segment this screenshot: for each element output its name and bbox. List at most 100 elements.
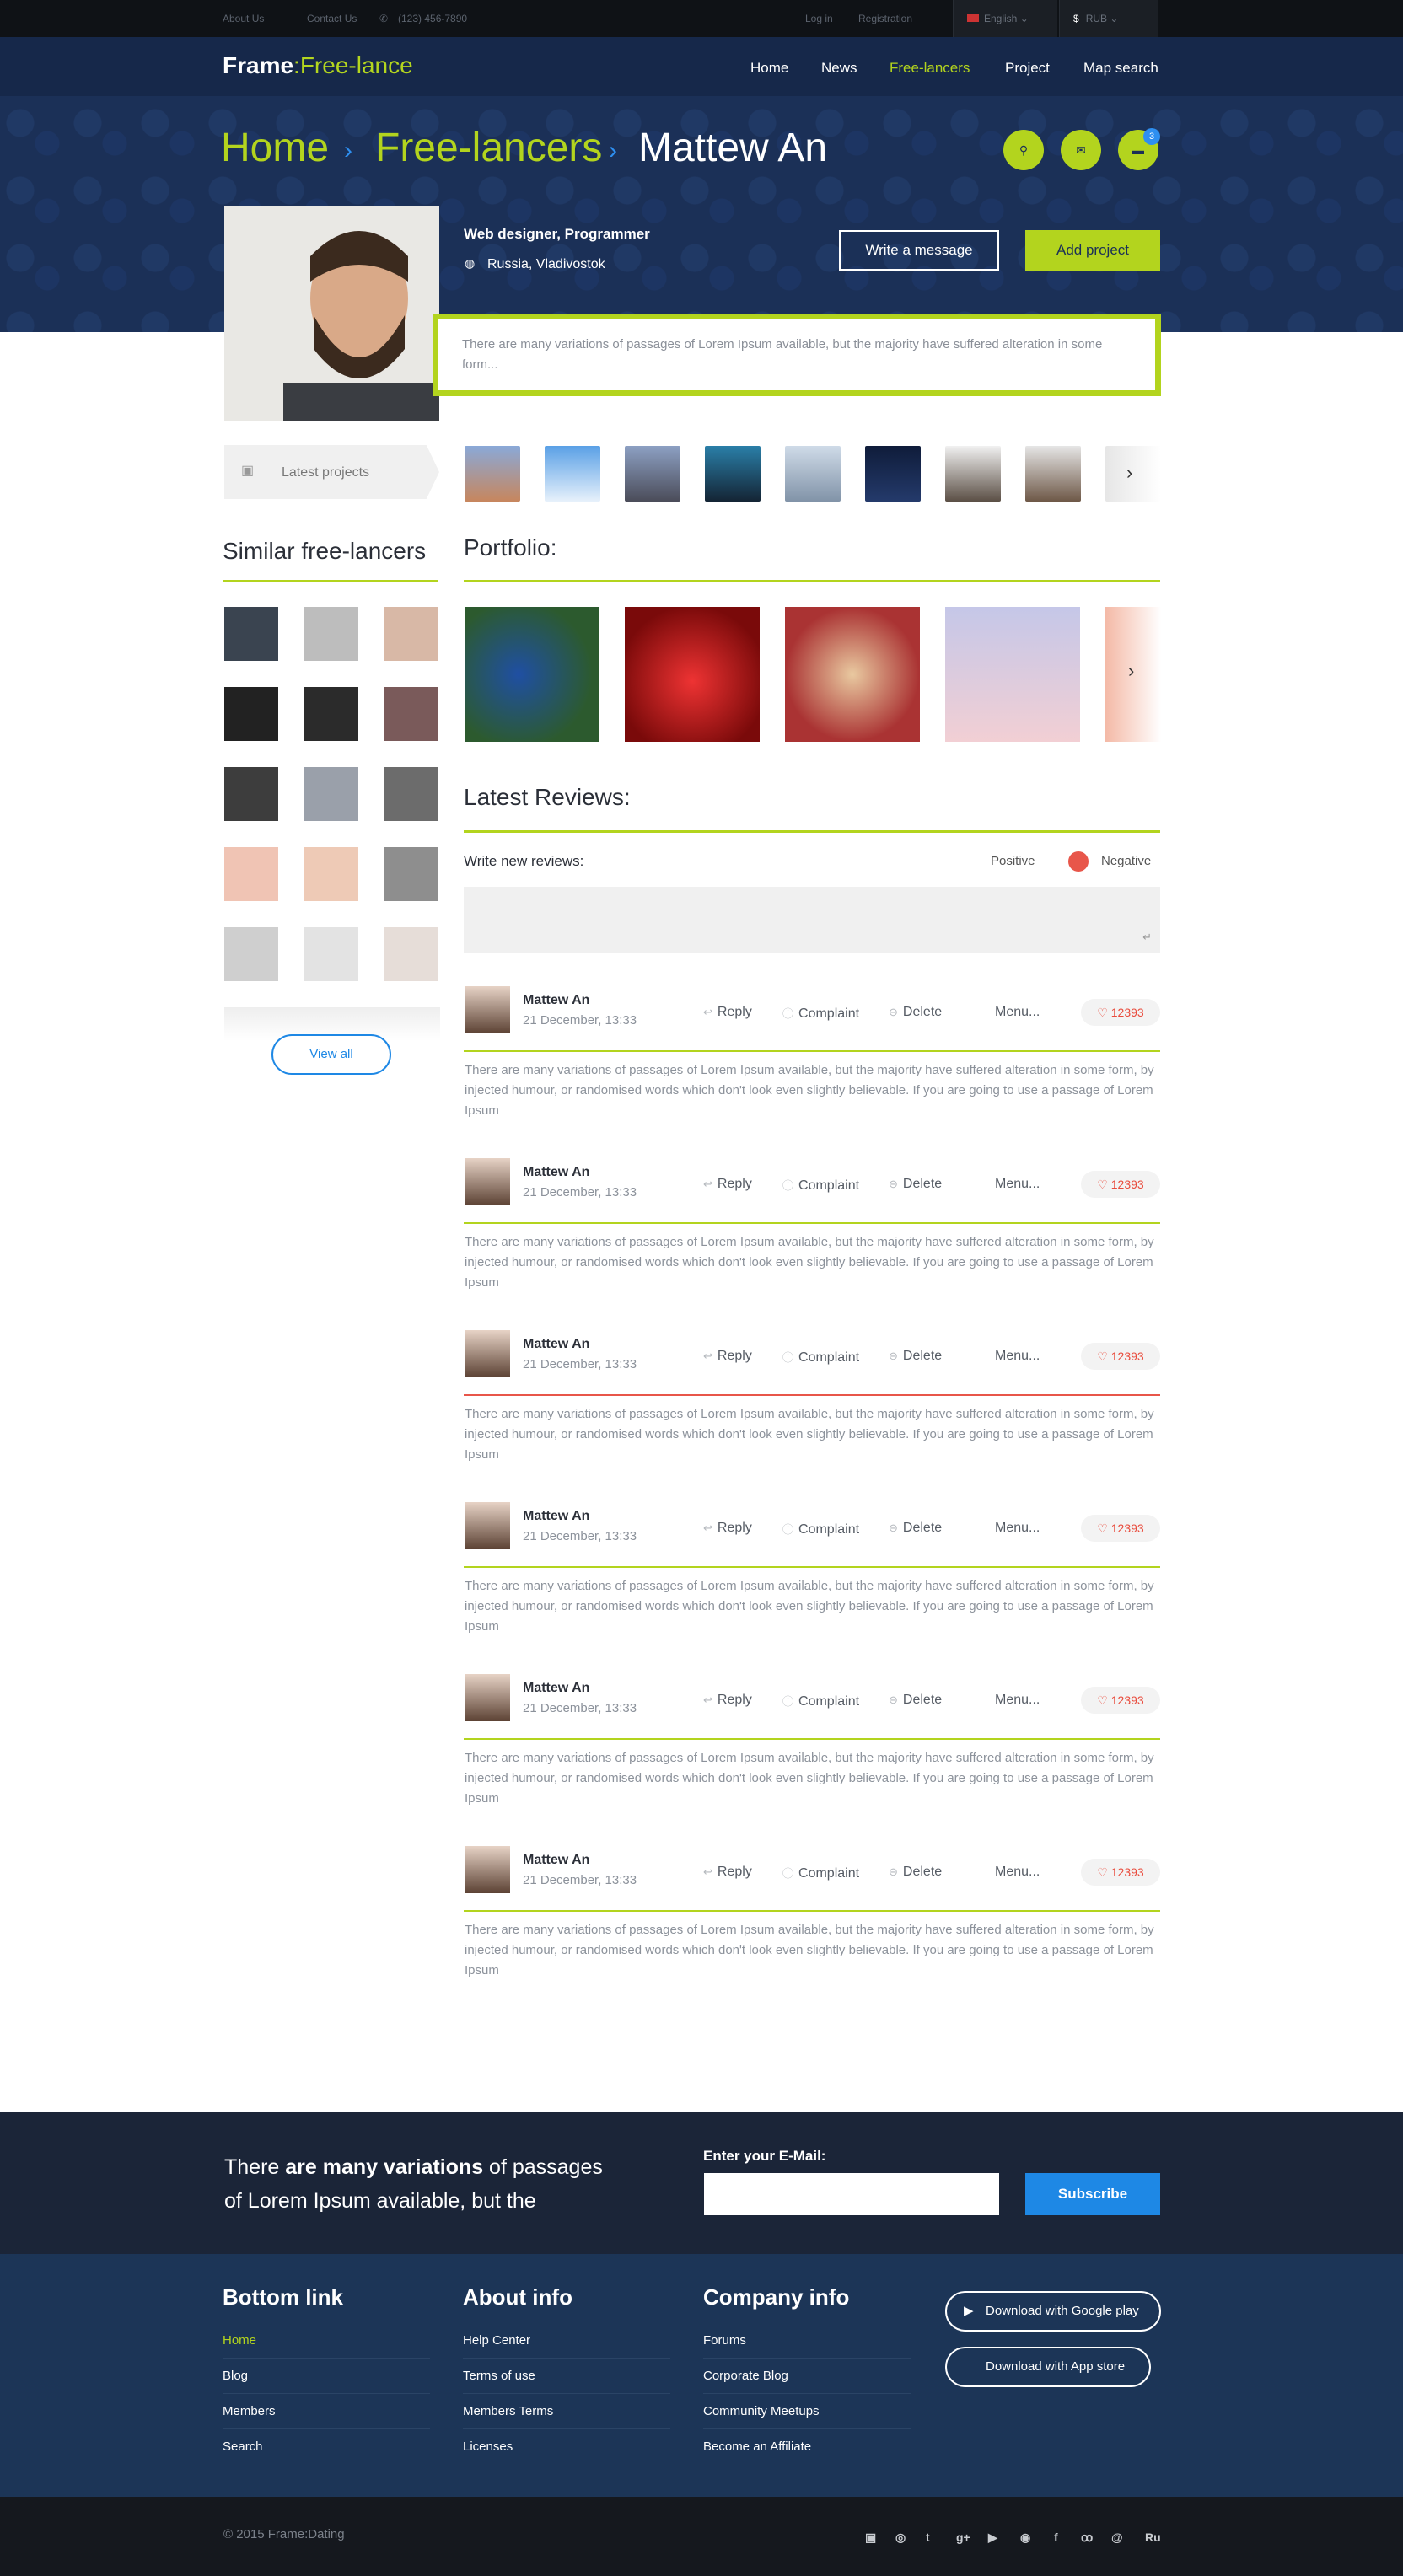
reply-button[interactable]: ↩ Reply [703,1349,752,1364]
freelancer-avatar[interactable] [384,607,438,661]
freelancer-avatar[interactable] [384,847,438,901]
nav-freelancers[interactable]: Free-lancers [890,60,970,77]
project-thumb[interactable] [705,446,761,502]
footer-link[interactable]: Terms of use [463,2359,670,2394]
like-button[interactable]: ♡ 12393 [1081,999,1160,1026]
review-author[interactable]: Mattew An [523,1681,589,1696]
nav-map-search[interactable]: Map search [1083,60,1158,77]
delete-button[interactable]: ⊖ Delete [889,1005,942,1020]
complaint-button[interactable]: ⓘ Complaint [782,1177,859,1194]
negative-label[interactable]: Negative [1101,854,1151,868]
portfolio-image[interactable] [785,607,920,742]
twitter-icon[interactable]: t [926,2530,930,2544]
footer-link[interactable]: Home [223,2323,430,2359]
like-button[interactable]: ♡ 12393 [1081,1687,1160,1714]
freelancer-avatar[interactable] [224,607,278,661]
project-thumb[interactable] [1025,446,1081,502]
like-button[interactable]: ♡ 12393 [1081,1515,1160,1542]
review-textarea[interactable]: ↵ [464,887,1160,953]
reply-button[interactable]: ↩ Reply [703,1521,752,1536]
footer-link[interactable]: Members [223,2394,430,2429]
reply-button[interactable]: ↩ Reply [703,1865,752,1880]
footer-link[interactable]: Corporate Blog [703,2359,911,2394]
review-avatar[interactable] [465,986,510,1033]
currency-select[interactable]: $ RUB ⌄ [1059,0,1158,37]
review-avatar[interactable] [465,1674,510,1721]
menu-button[interactable]: Menu... [995,1005,1040,1020]
register-link[interactable]: Registration [858,13,912,24]
delete-button[interactable]: ⊖ Delete [889,1865,942,1880]
menu-button[interactable]: Menu... [995,1521,1040,1536]
project-thumb[interactable] [785,446,841,502]
language-select[interactable]: English ⌄ [953,0,1057,37]
app-store-button[interactable]: Download with App store [945,2347,1151,2387]
review-author[interactable]: Mattew An [523,1853,589,1868]
freelancer-avatar[interactable] [384,927,438,981]
delete-button[interactable]: ⊖ Delete [889,1521,942,1536]
project-thumb[interactable] [945,446,1001,502]
freelancer-avatar[interactable] [304,927,358,981]
complaint-button[interactable]: ⓘ Complaint [782,1349,859,1366]
add-project-button[interactable]: Add project [1025,230,1160,271]
like-button[interactable]: ♡ 12393 [1081,1859,1160,1886]
complaint-button[interactable]: ⓘ Complaint [782,1521,859,1538]
vk-icon[interactable]: ▣ [865,2530,876,2545]
odnoklassniki-icon[interactable]: ꝏ [1081,2530,1093,2545]
logo[interactable]: Frame:Free-lance [223,52,413,79]
dribbble-icon[interactable]: ◎ [895,2530,906,2545]
breadcrumb-home[interactable]: Home [221,125,329,171]
portfolio-image[interactable] [625,607,760,742]
about-link[interactable]: About Us [223,13,264,24]
mailru-icon[interactable]: @ [1111,2530,1123,2544]
review-avatar[interactable] [465,1846,510,1893]
review-author[interactable]: Mattew An [523,1509,589,1524]
review-author[interactable]: Mattew An [523,1165,589,1180]
menu-button[interactable]: Menu... [995,1693,1040,1708]
like-button[interactable]: ♡ 12393 [1081,1343,1160,1370]
blogger-icon[interactable]: ◉ [1020,2530,1030,2545]
chevron-right-icon[interactable]: › [1128,660,1134,682]
footer-link[interactable]: Forums [703,2323,911,2359]
freelancer-avatar[interactable] [384,687,438,741]
nav-project[interactable]: Project [1005,60,1050,77]
menu-button[interactable]: Menu... [995,1865,1040,1880]
write-message-button[interactable]: Write a message [839,230,999,271]
nav-home[interactable]: Home [750,60,788,77]
project-thumb[interactable] [465,446,520,502]
delete-button[interactable]: ⊖ Delete [889,1693,942,1708]
like-button[interactable]: ♡ 12393 [1081,1171,1160,1198]
subscribe-button[interactable]: Subscribe [1025,2173,1160,2215]
reply-button[interactable]: ↩ Reply [703,1693,752,1708]
freelancer-avatar[interactable] [224,847,278,901]
chevron-right-icon[interactable]: › [1126,462,1132,484]
footer-link[interactable]: Become an Affiliate [703,2429,911,2465]
footer-link[interactable]: Help Center [463,2323,670,2359]
facebook-icon[interactable]: f [1054,2530,1058,2544]
freelancer-avatar[interactable] [224,927,278,981]
reply-button[interactable]: ↩ Reply [703,1177,752,1192]
view-all-button[interactable]: View all [271,1034,391,1075]
review-author[interactable]: Mattew An [523,1337,589,1352]
freelancer-avatar[interactable] [304,847,358,901]
positive-label[interactable]: Positive [991,854,1035,868]
review-avatar[interactable] [465,1502,510,1549]
language-ru[interactable]: Ru [1145,2530,1161,2544]
login-link[interactable]: Log in [805,13,833,24]
footer-link[interactable]: Members Terms [463,2394,670,2429]
project-thumb[interactable] [1105,446,1161,502]
freelancer-avatar[interactable] [304,767,358,821]
google-plus-icon[interactable]: g+ [956,2530,970,2544]
delete-button[interactable]: ⊖ Delete [889,1177,942,1192]
project-thumb[interactable] [865,446,921,502]
contact-link[interactable]: Contact Us [307,13,357,24]
youtube-icon[interactable]: ▶ [988,2530,997,2545]
project-thumb[interactable] [625,446,680,502]
freelancer-avatar[interactable] [224,767,278,821]
portfolio-image[interactable] [465,607,599,742]
email-input[interactable] [704,2173,999,2215]
freelancer-avatar[interactable] [224,687,278,741]
footer-link[interactable]: Licenses [463,2429,670,2465]
search-icon[interactable]: ⚲ [1003,130,1044,170]
complaint-button[interactable]: ⓘ Complaint [782,1693,859,1709]
review-author[interactable]: Mattew An [523,993,589,1008]
